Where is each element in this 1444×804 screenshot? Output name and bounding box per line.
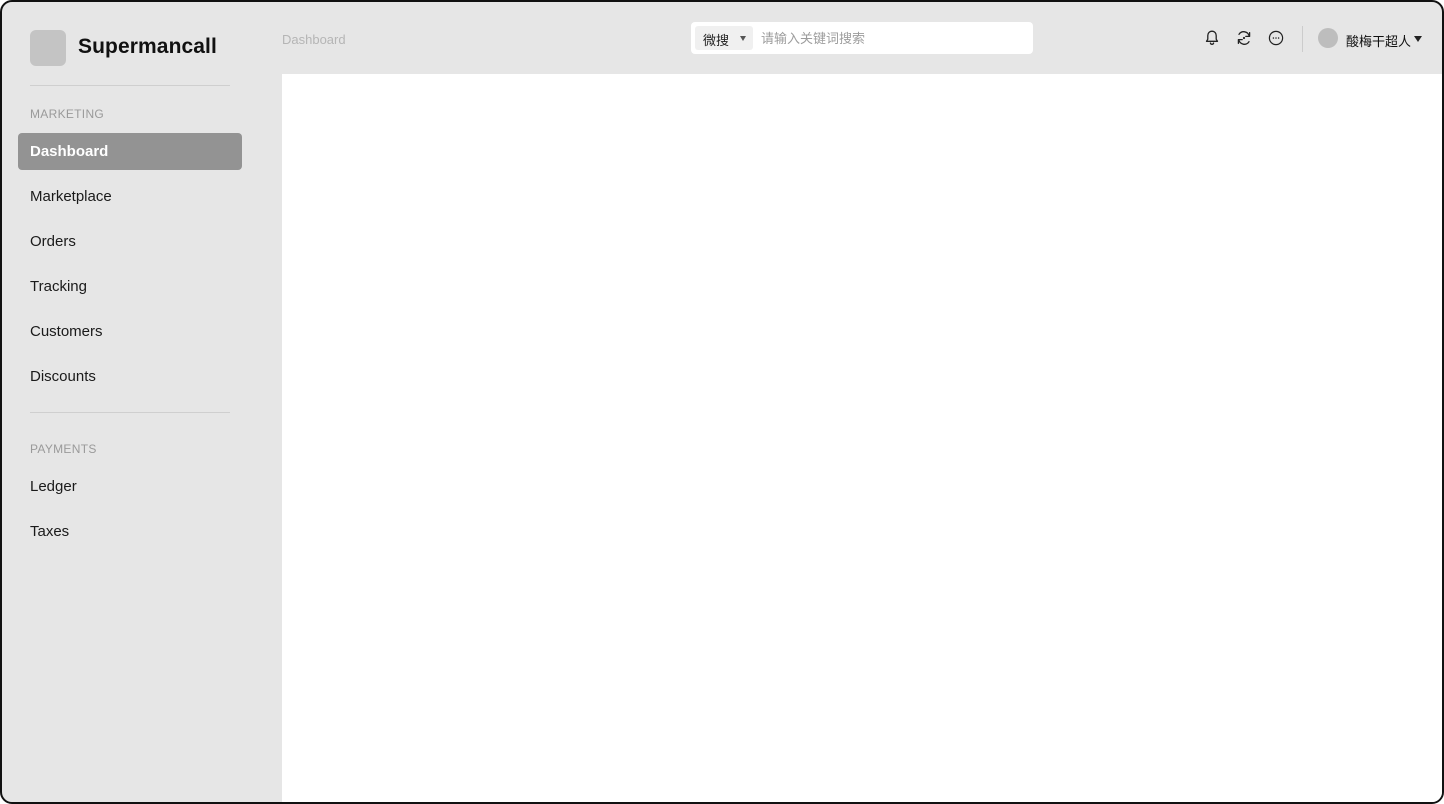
main-content bbox=[282, 74, 1442, 802]
avatar[interactable] bbox=[1318, 28, 1338, 48]
search-scope-label: 微搜 bbox=[703, 33, 730, 48]
sidebar-item-discounts[interactable]: Discounts bbox=[18, 358, 242, 395]
user-name[interactable]: 酸梅干超人 bbox=[1346, 31, 1411, 50]
sidebar-item-customers[interactable]: Customers bbox=[18, 313, 242, 350]
sidebar-item-marketplace[interactable]: Marketplace bbox=[18, 178, 242, 215]
sidebar-divider bbox=[30, 412, 230, 413]
bell-icon[interactable] bbox=[1202, 28, 1222, 48]
search-input[interactable] bbox=[761, 26, 1025, 50]
sidebar-item-ledger[interactable]: Ledger bbox=[18, 468, 242, 505]
brand-logo bbox=[30, 30, 66, 66]
sidebar-item-taxes[interactable]: Taxes bbox=[18, 513, 242, 550]
sidebar-item-dashboard[interactable]: Dashboard bbox=[18, 133, 242, 170]
app-window: Supermancall MARKETING Dashboard Marketp… bbox=[0, 0, 1444, 804]
more-icon[interactable] bbox=[1266, 28, 1286, 48]
sidebar-item-tracking[interactable]: Tracking bbox=[18, 268, 242, 305]
search-bar: 微搜 bbox=[691, 22, 1033, 54]
refresh-icon[interactable] bbox=[1234, 28, 1254, 48]
sidebar-divider bbox=[30, 85, 230, 86]
section-label-payments: PAYMENTS bbox=[30, 442, 97, 456]
section-label-marketing: MARKETING bbox=[30, 107, 105, 121]
sidebar-item-orders[interactable]: Orders bbox=[18, 223, 242, 260]
brand-name: Supermancall bbox=[78, 35, 217, 58]
header-divider bbox=[1302, 26, 1303, 52]
user-menu-chevron-down-icon[interactable] bbox=[1414, 36, 1422, 42]
chevron-down-icon bbox=[740, 36, 746, 41]
sidebar: Supermancall MARKETING Dashboard Marketp… bbox=[2, 2, 282, 802]
search-scope-select[interactable]: 微搜 bbox=[695, 26, 753, 50]
breadcrumb[interactable]: Dashboard bbox=[282, 32, 346, 47]
